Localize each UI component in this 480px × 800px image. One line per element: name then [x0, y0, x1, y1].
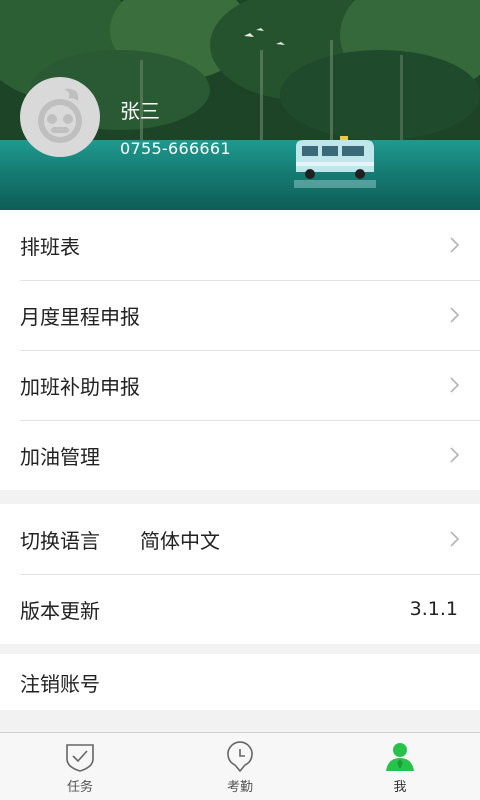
menu-item-label: 加油管理: [20, 444, 100, 469]
chevron-right-icon: [450, 447, 460, 463]
van-image: [294, 136, 376, 188]
menu-item-fuel-management[interactable]: 加油管理: [0, 420, 480, 490]
chevron-right-icon: [450, 307, 460, 323]
menu-item-label: 月度里程申报: [20, 304, 140, 329]
menu-group-settings: 切换语言 简体中文 版本更新 3.1.1: [0, 504, 480, 644]
tab-attendance[interactable]: 考勤: [160, 733, 320, 800]
menu-item-label: 排班表: [20, 234, 80, 259]
person-icon: [386, 743, 414, 771]
profile-screen: 张三 0755-666661 排班表 月度里程申报 加班补助申报 加油管理 切换…: [0, 0, 480, 800]
bottom-tab-bar: 任务 考勤 我: [0, 732, 480, 800]
menu-item-label: 加班补助申报: [20, 374, 140, 399]
menu-item-monthly-mileage[interactable]: 月度里程申报: [0, 280, 480, 350]
logout-button[interactable]: 注销账号: [0, 654, 480, 710]
tab-label: 我: [393, 780, 407, 795]
menu-item-switch-language[interactable]: 切换语言 简体中文: [0, 504, 480, 574]
chevron-right-icon: [450, 377, 460, 393]
task-shield-icon: [66, 744, 94, 772]
user-phone: 0755-666661: [120, 139, 231, 158]
language-label: 切换语言: [20, 528, 100, 553]
logout-label: 注销账号: [20, 671, 100, 696]
tab-me[interactable]: 我: [320, 733, 480, 800]
version-value: 3.1.1: [409, 598, 458, 620]
version-label: 版本更新: [20, 598, 100, 623]
tab-task[interactable]: 任务: [0, 733, 160, 800]
menu-item-overtime-allowance[interactable]: 加班补助申报: [0, 350, 480, 420]
tab-label: 任务: [66, 780, 93, 795]
avatar[interactable]: [20, 77, 100, 157]
attendance-clock-icon: [227, 741, 253, 772]
avatar-placeholder-icon: [38, 88, 82, 143]
user-name: 张三: [120, 99, 160, 123]
profile-header: 张三 0755-666661: [0, 0, 480, 210]
menu-group-account: 注销账号: [0, 654, 480, 710]
chevron-right-icon: [450, 237, 460, 253]
menu-item-schedule[interactable]: 排班表: [0, 210, 480, 280]
menu-item-version-update[interactable]: 版本更新 3.1.1: [0, 574, 480, 644]
tab-label: 考勤: [226, 780, 253, 795]
menu-group-main: 排班表 月度里程申报 加班补助申报 加油管理: [0, 210, 480, 490]
language-value: 简体中文: [140, 528, 220, 553]
chevron-right-icon: [450, 531, 460, 547]
